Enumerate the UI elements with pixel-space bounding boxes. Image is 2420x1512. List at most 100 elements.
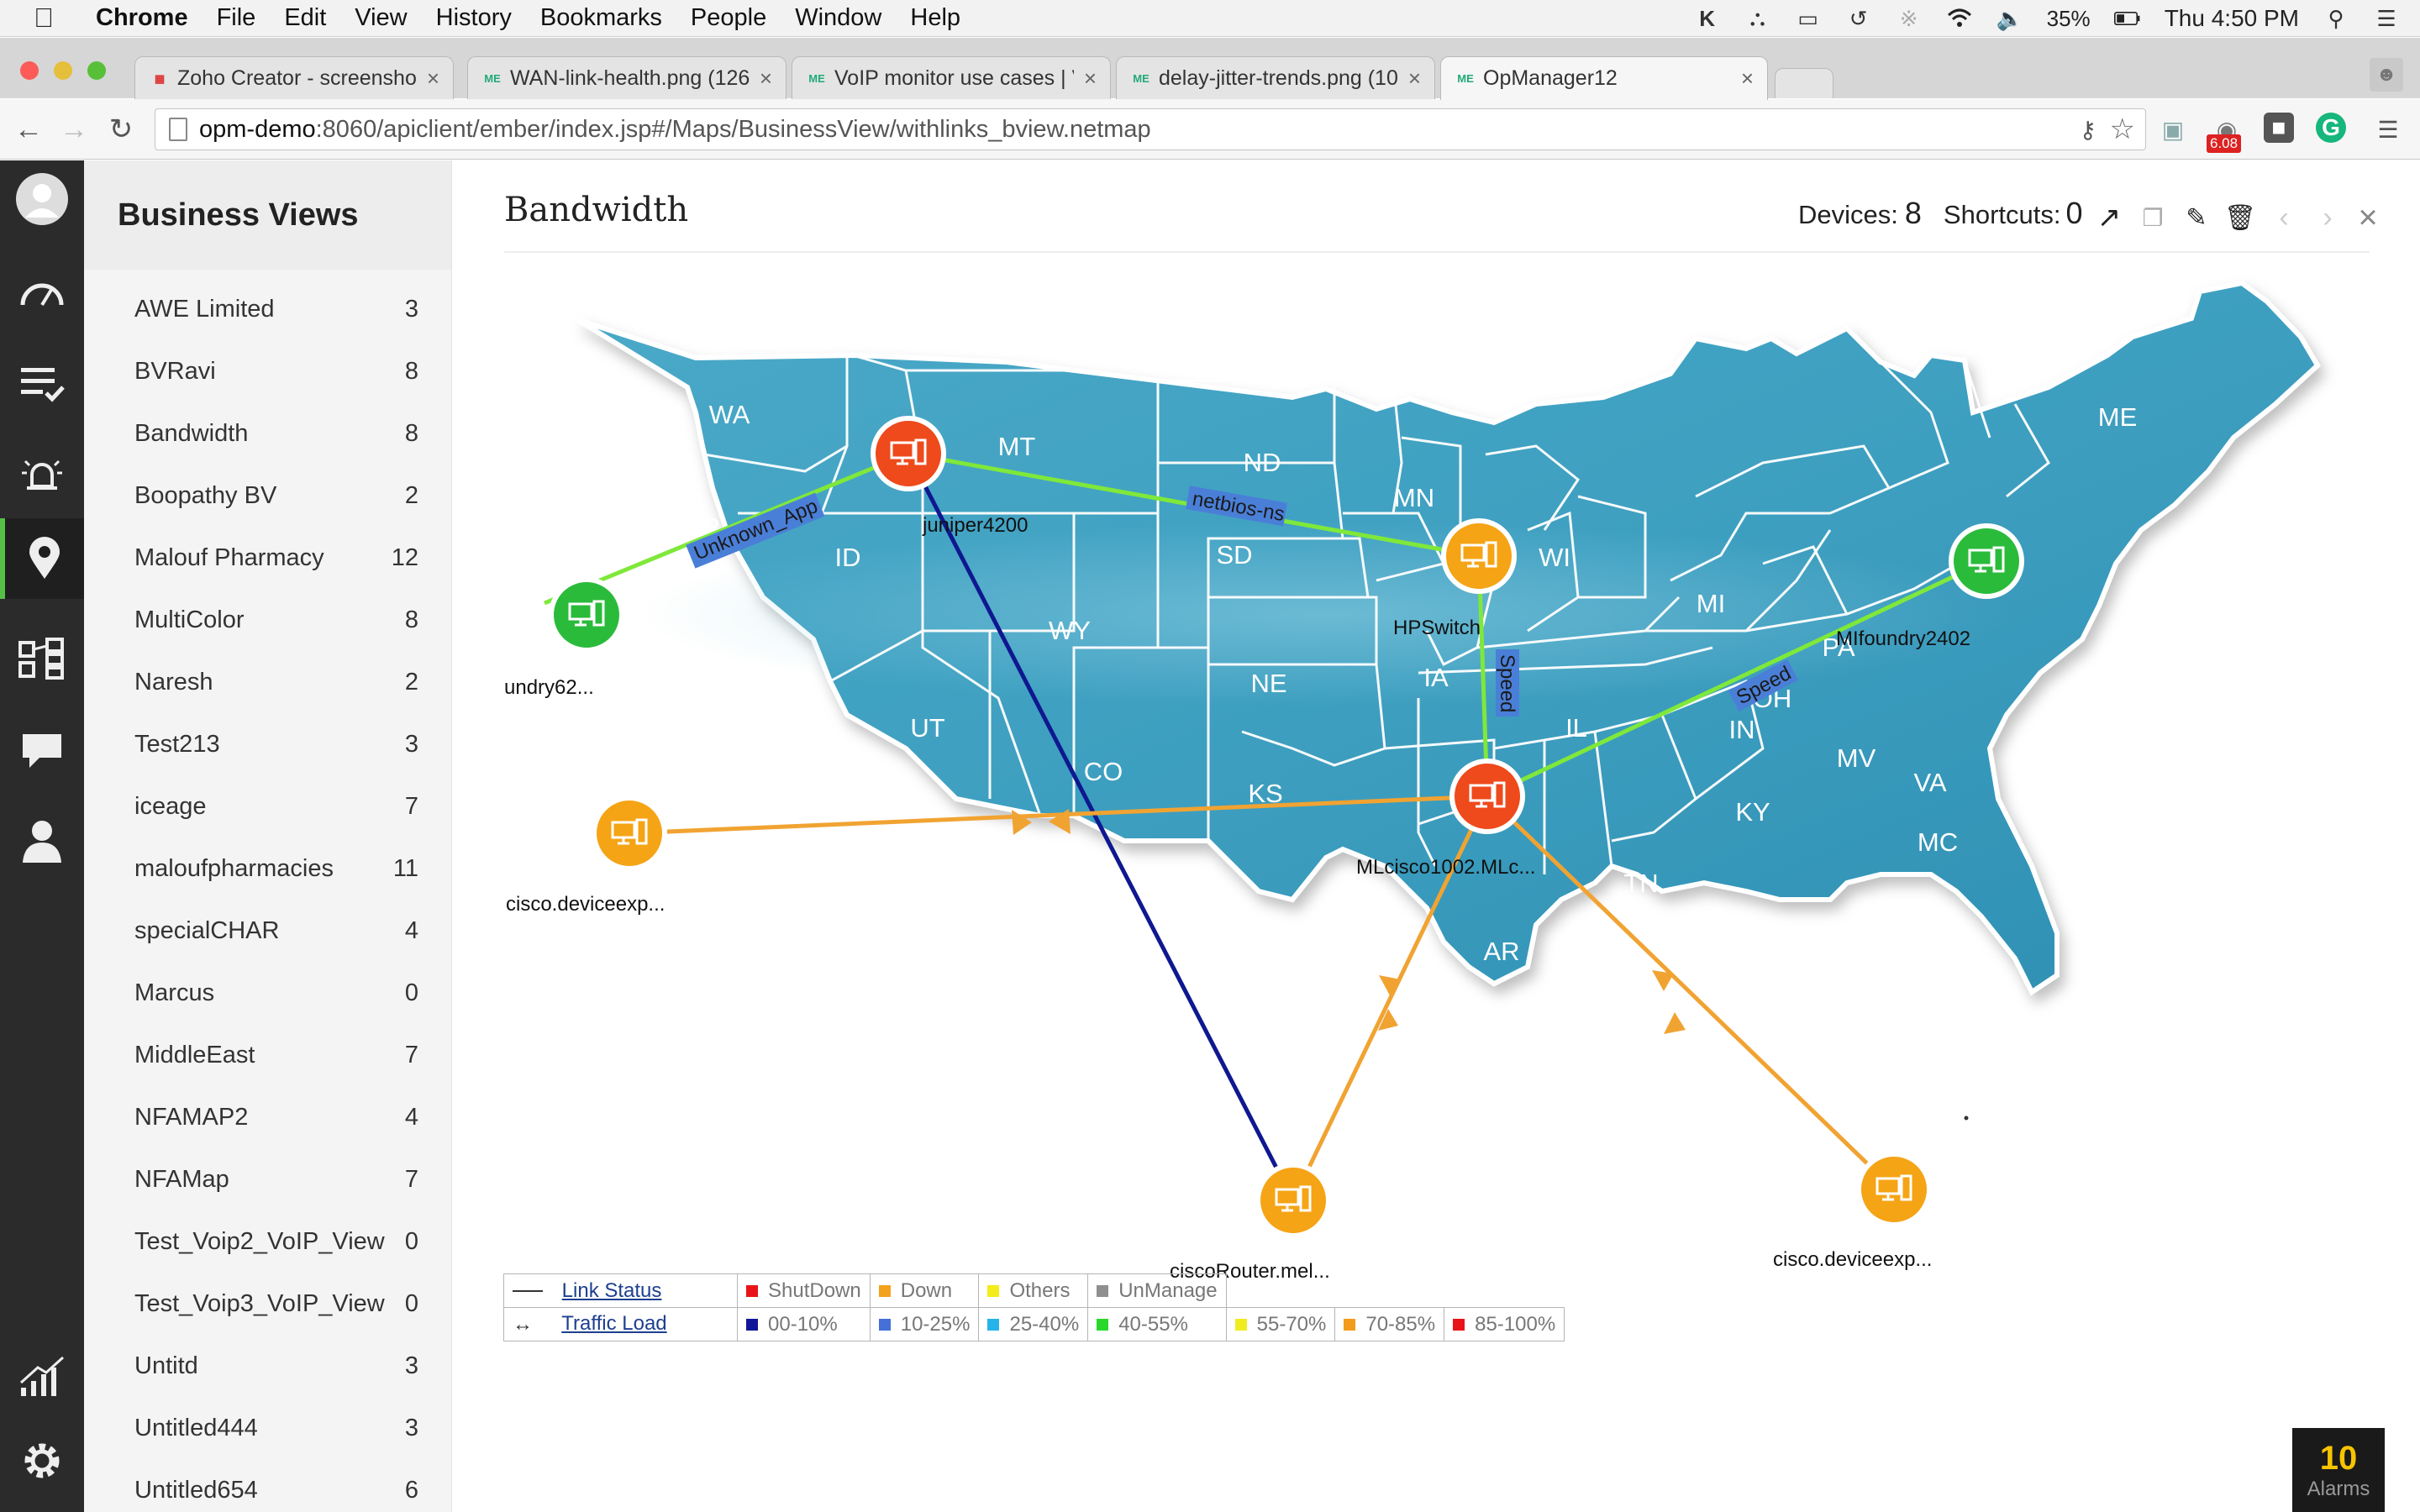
key-icon[interactable]: ⚷ bbox=[2079, 116, 2096, 144]
business-view-item[interactable]: Boopathy BV 2 bbox=[84, 465, 452, 527]
menu-window[interactable]: Window bbox=[795, 4, 881, 32]
business-view-count: 0 bbox=[404, 979, 418, 1006]
settings-gear-icon[interactable] bbox=[15, 1434, 69, 1488]
alarms-badge[interactable]: 10 Alarms bbox=[2292, 1428, 2385, 1512]
business-view-item[interactable]: Test_Voip3_VoIP_View 0 bbox=[84, 1273, 452, 1335]
menu-history[interactable]: History bbox=[436, 4, 512, 32]
legend-swatch bbox=[746, 1285, 758, 1298]
legend-55-70: 55-70% bbox=[1225, 1307, 1336, 1341]
business-view-item[interactable]: BVRavi 8 bbox=[84, 340, 452, 402]
menu-edit[interactable]: Edit bbox=[284, 4, 326, 32]
state-label: MN bbox=[1394, 483, 1434, 512]
search-icon[interactable]: ⚲ bbox=[2323, 6, 2349, 31]
business-view-item[interactable]: Bandwidth 8 bbox=[84, 402, 452, 465]
dashboard-icon[interactable] bbox=[15, 265, 69, 318]
close-tab-icon[interactable]: × bbox=[1408, 66, 1421, 92]
workflow-icon[interactable] bbox=[15, 633, 69, 686]
alarms-bell-icon[interactable] bbox=[15, 449, 69, 503]
business-view-item[interactable]: Untitd 3 bbox=[84, 1335, 452, 1397]
close-tab-icon[interactable]: × bbox=[427, 66, 439, 92]
inventory-list-icon[interactable] bbox=[15, 357, 69, 411]
business-view-item[interactable]: Malouf Pharmacy 12 bbox=[84, 527, 452, 589]
business-view-item[interactable]: iceage 7 bbox=[84, 775, 452, 837]
legend-others: Others bbox=[978, 1273, 1089, 1308]
user-avatar-icon[interactable] bbox=[15, 172, 69, 226]
profile-icon[interactable]: ☻ bbox=[2370, 58, 2403, 92]
business-view-item[interactable]: MultiColor 8 bbox=[84, 589, 452, 651]
close-tab-icon[interactable]: × bbox=[760, 66, 772, 92]
bluetooth-icon[interactable]: ※ bbox=[1896, 6, 1923, 31]
business-view-name: BVRavi bbox=[134, 357, 216, 385]
reports-chart-icon[interactable] bbox=[15, 1350, 69, 1404]
traffic-load-link[interactable]: Traffic Load bbox=[561, 1312, 666, 1335]
tab-wan-link-health[interactable]: ME WAN-link-health.png (1263 × bbox=[467, 56, 786, 100]
maps-location-icon[interactable] bbox=[0, 518, 84, 599]
business-view-item[interactable]: NFAMAP2 4 bbox=[84, 1086, 452, 1148]
legend-down: Down bbox=[869, 1273, 980, 1308]
business-view-count: 3 bbox=[404, 730, 418, 758]
business-view-item[interactable]: maloufpharmacies 11 bbox=[84, 837, 452, 900]
business-view-count: 3 bbox=[404, 1352, 418, 1379]
back-button[interactable]: ← bbox=[12, 113, 45, 146]
device-label: MIfoundry2402 bbox=[1836, 627, 1970, 650]
clock[interactable]: Thu 4:50 PM bbox=[2165, 5, 2299, 32]
extension-icon[interactable]: ■ bbox=[2264, 113, 2294, 143]
business-view-item[interactable]: Marcus 0 bbox=[84, 962, 452, 1024]
business-view-item[interactable]: Untitled654 6 bbox=[84, 1459, 452, 1512]
tab-zoho-creator[interactable]: ▦ Zoho Creator - screenshot × bbox=[134, 56, 454, 100]
menu-bookmarks[interactable]: Bookmarks bbox=[540, 4, 662, 32]
device-status-circle bbox=[1255, 1163, 1331, 1238]
bookmark-star-icon[interactable]: ☆ bbox=[2110, 113, 2135, 146]
camera-extension-icon[interactable]: ▣ bbox=[2156, 113, 2190, 146]
business-view-item[interactable]: NFAMap 7 bbox=[84, 1148, 452, 1210]
airplay-icon[interactable]: ▭ bbox=[1795, 6, 1822, 31]
business-view-item[interactable]: AWE Limited 3 bbox=[84, 278, 452, 340]
notification-list-icon[interactable]: ☰ bbox=[2373, 6, 2400, 31]
device-node[interactable]: cisco.deviceexp... bbox=[1773, 1152, 1932, 1271]
forward-button[interactable]: → bbox=[57, 113, 91, 146]
volume-icon[interactable]: 🔈 bbox=[1996, 6, 2023, 31]
close-tab-icon[interactable]: × bbox=[1084, 66, 1097, 92]
close-window-button[interactable] bbox=[20, 61, 39, 80]
apple-icon[interactable]:  bbox=[34, 3, 72, 34]
menu-chrome[interactable]: Chrome bbox=[96, 4, 188, 32]
business-view-name: Naresh bbox=[134, 668, 213, 696]
device-node[interactable]: undry62... bbox=[504, 577, 624, 699]
wifi-icon[interactable] bbox=[1946, 7, 1973, 30]
business-view-count: 12 bbox=[391, 543, 418, 571]
menu-people[interactable]: People bbox=[691, 4, 766, 32]
business-view-item[interactable]: Test_Voip2_VoIP_View 0 bbox=[84, 1210, 452, 1273]
menu-view[interactable]: View bbox=[355, 4, 407, 32]
close-tab-icon[interactable]: × bbox=[1741, 66, 1754, 92]
business-view-item[interactable]: Untitled444 3 bbox=[84, 1397, 452, 1459]
device-node[interactable]: ciscoRouter.mel... bbox=[1170, 1163, 1331, 1283]
reload-button[interactable]: ↻ bbox=[104, 113, 138, 146]
device-status-circle bbox=[1449, 759, 1525, 834]
shield-icon[interactable]: ⛬ bbox=[1744, 5, 1771, 30]
business-view-item[interactable]: Test213 3 bbox=[84, 713, 452, 775]
tab-opmanager12[interactable]: ME OpManager12 × bbox=[1440, 56, 1768, 100]
grammarly-icon[interactable]: G bbox=[2316, 113, 2346, 143]
new-tab-button[interactable] bbox=[1775, 68, 1833, 98]
business-view-item[interactable]: specialCHAR 4 bbox=[84, 900, 452, 962]
k-icon[interactable]: K bbox=[1694, 6, 1721, 31]
minimize-window-button[interactable] bbox=[54, 61, 72, 80]
tab-delay-jitter[interactable]: ME delay-jitter-trends.png (106 × bbox=[1116, 56, 1435, 100]
user-profile-icon[interactable] bbox=[15, 814, 69, 868]
business-view-count: 8 bbox=[404, 357, 418, 385]
tab-voip-monitor[interactable]: ME VoIP monitor use cases | V × bbox=[792, 56, 1111, 100]
business-view-name: NFAMAP2 bbox=[134, 1103, 249, 1131]
menu-file[interactable]: File bbox=[217, 4, 256, 32]
chrome-menu-icon[interactable]: ☰ bbox=[2371, 113, 2405, 146]
menu-help[interactable]: Help bbox=[910, 4, 960, 32]
device-node[interactable]: cisco.deviceexp... bbox=[506, 795, 667, 916]
chat-icon[interactable] bbox=[15, 723, 69, 777]
device-label: cisco.deviceexp... bbox=[1773, 1248, 1932, 1271]
business-view-item[interactable]: MiddleEast 7 bbox=[84, 1024, 452, 1086]
battery-icon[interactable] bbox=[2113, 7, 2141, 30]
time-machine-icon[interactable]: ↺ bbox=[1845, 6, 1872, 31]
business-view-item[interactable]: Naresh 2 bbox=[84, 651, 452, 713]
maximize-window-button[interactable] bbox=[87, 61, 106, 80]
link-status-link[interactable]: Link Status bbox=[562, 1279, 662, 1302]
address-bar[interactable]: opm-demo:8060/apiclient/ember/index.jsp#… bbox=[155, 108, 2146, 150]
